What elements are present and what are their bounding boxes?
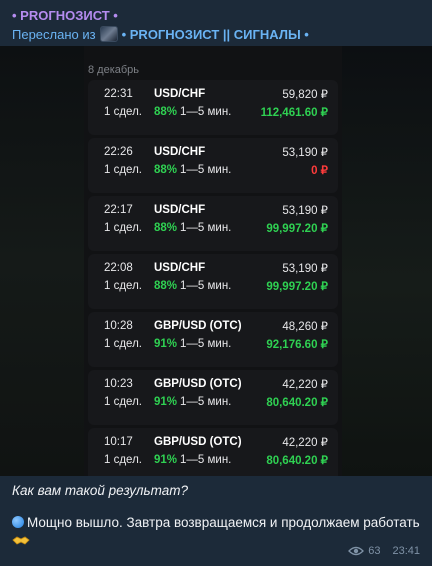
trade-pair: USD/CHF [154,262,206,274]
message-time: 23:41 [392,545,420,557]
trade-amount: 42,220 ₽ [282,379,328,391]
trade-card: 10:28 GBP/USD (OTC) 48,260 ₽ 1 сдел. 91% 1—5 … [88,312,338,367]
trade-deals: 1 сдел. [104,106,142,118]
view-count: 63 [368,545,381,557]
trade-time: 22:26 [104,146,133,158]
trade-pair: GBP/USD (OTC) [154,436,242,448]
trade-profit: 0 ₽ [311,165,328,177]
trade-pair: USD/CHF [154,204,206,216]
message-meta: 63 23:41 [348,545,420,557]
trade-pair: USD/CHF [154,146,206,158]
trade-percent: 91% [154,396,178,408]
trade-percent: 88% [154,222,178,234]
message-bubble[interactable]: • PROГНОЗИСТ • Переслано из • PROГНОЗИСТ… [0,0,432,566]
trade-profit: 99,997.20 ₽ [266,281,328,293]
caption-answer: Мощно вышло. Завтра возвращаемся и продо… [27,515,420,530]
trade-profit: 99,997.20 ₽ [266,223,328,235]
trade-amount: 48,260 ₽ [282,321,328,333]
trade-history-screen: 8 декабрь 22:31 USD/CHF 59,820 ₽ 1 сдел. 88%… [84,46,342,476]
trade-duration: 1—5 мин. [180,454,232,466]
trade-percent: 88% [154,106,178,118]
trade-pair: GBP/USD (OTC) [154,378,242,390]
trade-deals: 1 сдел. [104,222,142,234]
trade-time: 10:23 [104,378,133,390]
trade-time: 10:17 [104,436,133,448]
trade-pair: USD/CHF [154,88,206,100]
trade-amount: 53,190 ₽ [282,263,328,275]
image-blur-left [0,46,84,476]
trade-deals: 1 сдел. [104,280,142,292]
trade-deals: 1 сдел. [104,396,142,408]
trade-percent: 88% [154,164,178,176]
trade-time: 22:08 [104,262,133,274]
trade-deals: 1 сдел. [104,454,142,466]
channel-avatar-icon[interactable] [99,26,118,42]
trade-time: 22:17 [104,204,133,216]
trade-card: 22:08 USD/CHF 53,190 ₽ 1 сдел. 88% 1—5 мин. 99… [88,254,338,309]
trade-time: 10:28 [104,320,133,332]
trade-profit: 80,640.20 ₽ [266,397,328,409]
message-caption: Как вам такой результат? Мощно вышло. За… [12,482,420,550]
trade-card: 22:26 USD/CHF 53,190 ₽ 1 сдел. 88% 1—5 мин. 0 … [88,138,338,193]
trade-duration: 1—5 мин. [180,222,232,234]
trade-amount: 53,190 ₽ [282,147,328,159]
forwarded-from[interactable]: Переслано из • PROГНОЗИСТ || СИГНАЛЫ • [12,26,309,42]
screenshot-image[interactable]: 8 декабрь 22:31 USD/CHF 59,820 ₽ 1 сдел. 88%… [0,46,432,476]
trade-profit: 112,461.60 ₽ [260,107,328,119]
trade-duration: 1—5 мин. [180,106,232,118]
caption-question: Как вам такой результат? [12,483,188,498]
trade-amount: 42,220 ₽ [282,437,328,449]
trade-duration: 1—5 мин. [180,164,232,176]
trade-duration: 1—5 мин. [180,338,232,350]
trade-pair: GBP/USD (OTC) [154,320,242,332]
trade-percent: 91% [154,454,178,466]
trade-percent: 88% [154,280,178,292]
date-header: 8 декабрь [88,64,140,76]
forwarded-prefix: Переслано из [12,26,96,42]
trade-duration: 1—5 мин. [180,396,232,408]
blue-dot-icon [12,516,24,528]
trade-card: 10:23 GBP/USD (OTC) 42,220 ₽ 1 сдел. 91% 1—5 … [88,370,338,425]
trade-card: 22:31 USD/CHF 59,820 ₽ 1 сдел. 88% 1—5 мин. 11… [88,80,338,135]
handshake-icon [12,536,30,545]
trade-duration: 1—5 мин. [180,280,232,292]
sender-name[interactable]: • PROГНОЗИСТ • [12,8,118,23]
trade-profit: 80,640.20 ₽ [266,455,328,467]
trade-deals: 1 сдел. [104,338,142,350]
trade-amount: 53,190 ₽ [282,205,328,217]
trade-profit: 92,176.60 ₽ [266,339,328,351]
forwarded-channel-name[interactable]: • PROГНОЗИСТ || СИГНАЛЫ • [122,27,309,42]
eye-icon [348,546,365,556]
trade-deals: 1 сдел. [104,164,142,176]
trade-time: 22:31 [104,88,133,100]
image-blur-right [342,46,432,476]
trade-percent: 91% [154,338,178,350]
trade-card: 22:17 USD/CHF 53,190 ₽ 1 сдел. 88% 1—5 мин. 99… [88,196,338,251]
trade-amount: 59,820 ₽ [282,89,328,101]
trade-card: 10:17 GBP/USD (OTC) 42,220 ₽ 1 сдел. 91% 1—5 … [88,428,338,476]
